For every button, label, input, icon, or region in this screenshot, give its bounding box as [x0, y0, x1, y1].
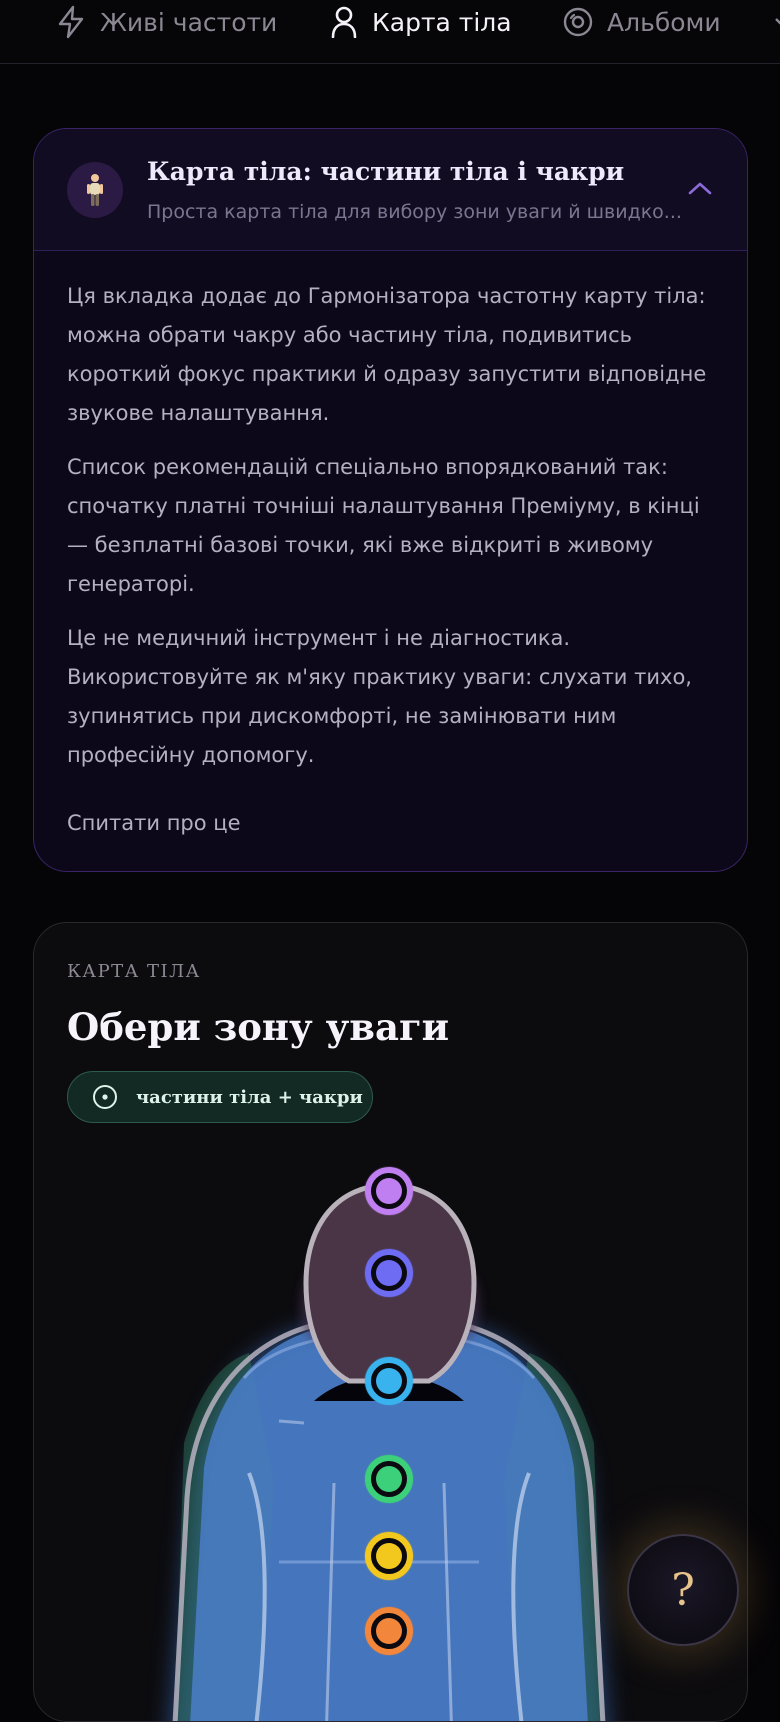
tab-albums[interactable]: Альбоми [563, 0, 721, 44]
pocket-line-left [278, 1419, 305, 1425]
tab-label: Альбоми [607, 7, 721, 37]
map-eyebrow: КАРТА ТІЛА [67, 961, 201, 982]
tab-live-frequencies[interactable]: Живі частоти [56, 0, 277, 44]
chakra-third-eye-marker[interactable] [364, 1248, 414, 1298]
ask-about-this-link[interactable]: Спитати про це [67, 811, 241, 835]
chevron-up-icon[interactable] [684, 173, 716, 205]
tab-label: Живі частоти [100, 7, 278, 37]
chakra-solar-plexus-marker[interactable] [364, 1531, 414, 1581]
info-card-title: Карта тіла: частини тіла і чакри [147, 157, 625, 186]
tab-body-map[interactable]: Карта тіла [330, 0, 512, 44]
info-paragraph: Ця вкладка додає до Гармонізатора частот… [67, 284, 707, 425]
help-button-label: ? [671, 1564, 695, 1616]
bolt-icon [58, 5, 84, 39]
info-paragraph: Це не медичний інструмент і не діагности… [67, 626, 692, 767]
mode-chip-label: частини тіла + чакри [136, 1086, 363, 1108]
top-tab-bar: Живі частоти Карта тіла Альбоми [0, 0, 780, 64]
tab-label: Карта тіла [372, 7, 512, 37]
person-icon [331, 6, 357, 38]
map-title: Обери зону уваги [67, 1005, 450, 1049]
chakra-crown-marker[interactable] [364, 1166, 414, 1216]
disc-icon [563, 7, 593, 37]
chakra-sacral-marker[interactable] [364, 1606, 414, 1656]
mode-chip[interactable]: частини тіла + чакри [67, 1071, 373, 1123]
info-card-body: Ця вкладка додає до Гармонізатора частот… [67, 277, 722, 790]
tab-overflow-edge[interactable] [774, 0, 780, 44]
chakra-throat-marker[interactable] [364, 1356, 414, 1406]
info-card-subtitle: Проста карта тіла для вибору зони уваги … [147, 201, 682, 223]
info-paragraph: Список рекомендацій спеціально впорядков… [67, 455, 700, 596]
standing-person-icon [67, 162, 123, 218]
target-icon [93, 1085, 117, 1109]
more-icon [775, 18, 780, 25]
help-button[interactable]: ? [627, 1534, 739, 1646]
chakra-heart-marker[interactable] [364, 1454, 414, 1504]
info-card: Карта тіла: частини тіла і чакри Проста … [33, 128, 748, 872]
info-card-header[interactable]: Карта тіла: частини тіла і чакри Проста … [34, 129, 747, 251]
